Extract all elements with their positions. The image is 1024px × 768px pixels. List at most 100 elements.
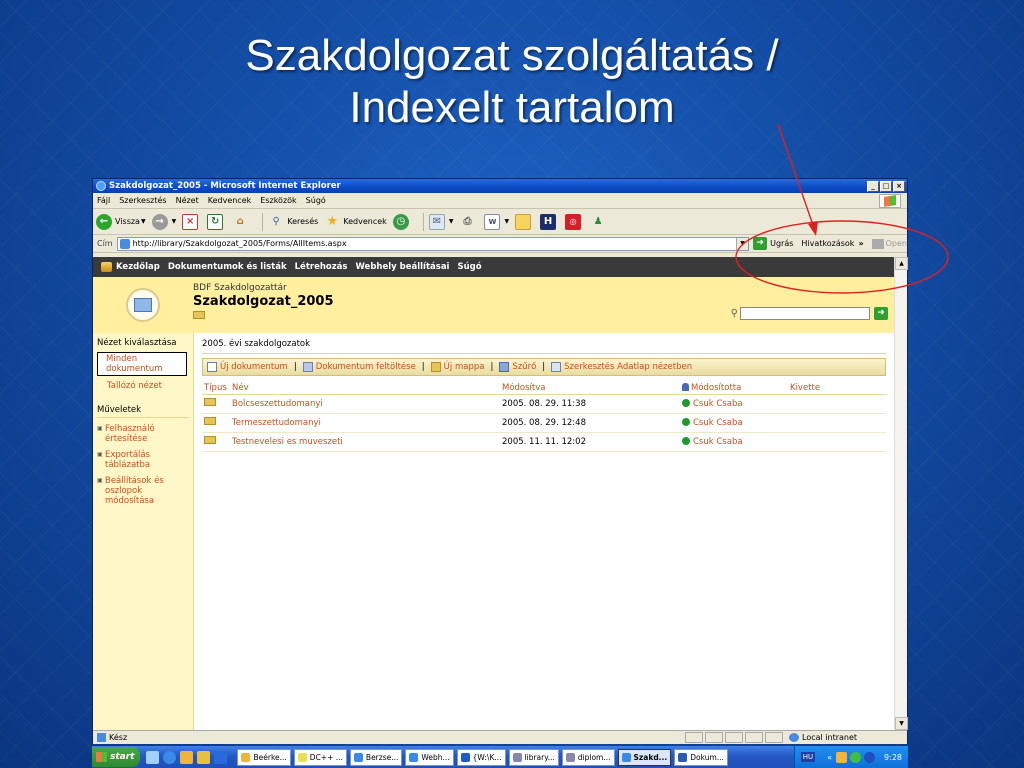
status-cell (765, 732, 783, 743)
outlook-icon[interactable] (180, 750, 194, 764)
scroll-down-icon[interactable]: ▼ (895, 717, 908, 730)
nav-site-settings[interactable]: Webhely beállításai (355, 262, 449, 272)
new-folder-button[interactable]: Új mappa (430, 362, 484, 372)
scroll-up-icon[interactable]: ▲ (895, 257, 908, 270)
task-szakdolgozat[interactable]: Szakd... (617, 748, 672, 766)
forward-arrow-icon: → (151, 213, 168, 230)
new-document-button[interactable]: Új dokumentum (207, 362, 288, 372)
presence-icon (682, 417, 690, 426)
column-name[interactable]: Név (230, 383, 500, 395)
go-button[interactable]: ➜ Ugrás (753, 237, 793, 250)
stop-icon: × (182, 213, 199, 230)
tray-expand-icon[interactable]: « (827, 753, 832, 762)
home-button[interactable]: ⌂ (232, 214, 251, 230)
menu-file[interactable]: Fájl (97, 196, 110, 205)
nav-help[interactable]: Súgó (457, 262, 481, 272)
folder-button[interactable] (515, 213, 534, 230)
column-modified[interactable]: Módosítva (500, 383, 680, 395)
paint-icon[interactable] (197, 750, 211, 764)
task-w-drive[interactable]: {W:\K... (456, 748, 506, 766)
search-button[interactable]: ⚲ Keresés (268, 214, 319, 230)
window-titlebar[interactable]: Szakdolgozat_2005 - Microsoft Internet E… (93, 179, 907, 193)
task-berzsenyi[interactable]: Berzse... (349, 748, 403, 766)
edit-button[interactable]: W ▼ (484, 213, 509, 230)
close-button[interactable]: × (893, 180, 905, 192)
user-link[interactable]: Csuk Csaba (693, 399, 743, 409)
task-dcpp[interactable]: DC++ ... (293, 748, 347, 766)
menu-view[interactable]: Nézet (176, 196, 199, 205)
task-documents[interactable]: Dokum... (674, 748, 728, 766)
task-inbox[interactable]: Beérke... (237, 748, 291, 766)
windows-icon[interactable] (214, 750, 228, 764)
task-library[interactable]: library... (508, 748, 559, 766)
minimize-button[interactable]: _ (867, 180, 879, 192)
outlook-tray-icon[interactable] (836, 751, 848, 763)
user-link[interactable]: Csuk Csaba (693, 437, 743, 447)
address-dropdown-icon[interactable]: ▼ (736, 237, 749, 250)
dropdown-arrow-icon: ▼ (448, 218, 454, 225)
folder-link[interactable]: Bolcseszettudomanyi (232, 399, 323, 409)
internet-explorer-icon[interactable] (163, 750, 177, 764)
stop-button[interactable]: × (182, 213, 201, 230)
folder-link[interactable]: Termeszettudomanyi (232, 418, 321, 428)
view-explorer[interactable]: Tallózó nézet (97, 381, 193, 391)
status-text: Kész (109, 733, 128, 742)
history-button[interactable]: ◷ (392, 213, 412, 230)
action-modify-settings[interactable]: ▣ Beállítások és oszlopok módosítása (97, 476, 193, 506)
action-separator: | (490, 362, 494, 372)
favorites-button[interactable]: ★ Kedvencek (324, 214, 386, 230)
action-alert-me[interactable]: ▣ Felhasználó értesítése (97, 424, 193, 444)
sharepoint-body: Nézet kiválasztása Minden dokumentum Tal… (93, 333, 894, 730)
open-button[interactable]: Open (871, 238, 907, 249)
red-toolbar-button[interactable]: ◎ (565, 213, 584, 230)
column-modified-by[interactable]: Módosította (680, 383, 788, 395)
action-export-spreadsheet[interactable]: ▣ Exportálás táblázatba (97, 450, 193, 470)
menu-edit[interactable]: Szerkesztés (119, 196, 166, 205)
status-cell (745, 732, 763, 743)
task-web[interactable]: Webh... (405, 748, 454, 766)
menu-favorites[interactable]: Kedvencek (208, 196, 252, 205)
nav-documents-lists[interactable]: Dokumentumok és listák (168, 262, 287, 272)
messenger-tray-icon[interactable] (850, 751, 862, 763)
forward-button[interactable]: → ▼ (151, 213, 176, 230)
actions-heading: Műveletek (97, 405, 189, 418)
upload-document-button[interactable]: Dokumentum feltöltése (302, 362, 416, 372)
vertical-scrollbar[interactable]: ▲ ▼ (894, 257, 908, 730)
menu-tools[interactable]: Eszközök (260, 196, 296, 205)
refresh-button[interactable]: ↻ (207, 213, 226, 230)
nav-home[interactable]: Kezdőlap (116, 262, 160, 272)
filter-button[interactable]: Szűrő (499, 362, 536, 372)
show-desktop-icon[interactable] (146, 750, 160, 764)
print-button[interactable]: ⎙ (459, 214, 478, 230)
window-icon (512, 752, 522, 762)
start-button[interactable]: start (92, 747, 141, 767)
user-link[interactable]: Csuk Csaba (693, 418, 743, 428)
column-type[interactable]: Típus (202, 383, 230, 395)
folder-link[interactable]: Testnevelesi es muveszeti (232, 437, 343, 447)
language-indicator[interactable]: HU (800, 752, 816, 762)
h-toolbar-button[interactable]: H (540, 213, 559, 230)
column-checked-out[interactable]: Kivette (788, 383, 886, 395)
page-content: Kezdőlap Dokumentumok és listák Létrehoz… (93, 257, 894, 730)
back-button[interactable]: ← Vissza ▼ (96, 213, 146, 230)
address-input[interactable]: http://library/Szakdolgozat_2005/Forms/A… (116, 236, 750, 251)
site-name[interactable]: BDF Szakdolgozattár (193, 283, 334, 293)
chevron-right-icon[interactable]: » (858, 239, 863, 248)
maximize-button[interactable]: □ (880, 180, 892, 192)
site-search-input[interactable] (740, 307, 870, 320)
status-cell (705, 732, 723, 743)
mail-button[interactable]: ✉ ▼ (428, 213, 454, 230)
action-separator: | (542, 362, 546, 372)
nav-create[interactable]: Létrehozás (295, 262, 348, 272)
network-tray-icon[interactable] (864, 751, 876, 763)
datasheet-edit-button[interactable]: Szerkesztés Adatlap nézetben (551, 362, 692, 372)
globe-icon (789, 733, 799, 742)
task-label: DC++ ... (309, 752, 343, 762)
menu-help[interactable]: Súgó (306, 196, 326, 205)
messenger-button[interactable]: ♟ (590, 214, 609, 230)
task-diplom[interactable]: diplom... (561, 748, 615, 766)
search-go-button[interactable]: ➜ (874, 307, 888, 320)
links-button[interactable]: Hivatkozások (801, 239, 854, 248)
search-label: Keresés (287, 217, 319, 226)
view-all-documents[interactable]: Minden dokumentum (97, 352, 187, 376)
